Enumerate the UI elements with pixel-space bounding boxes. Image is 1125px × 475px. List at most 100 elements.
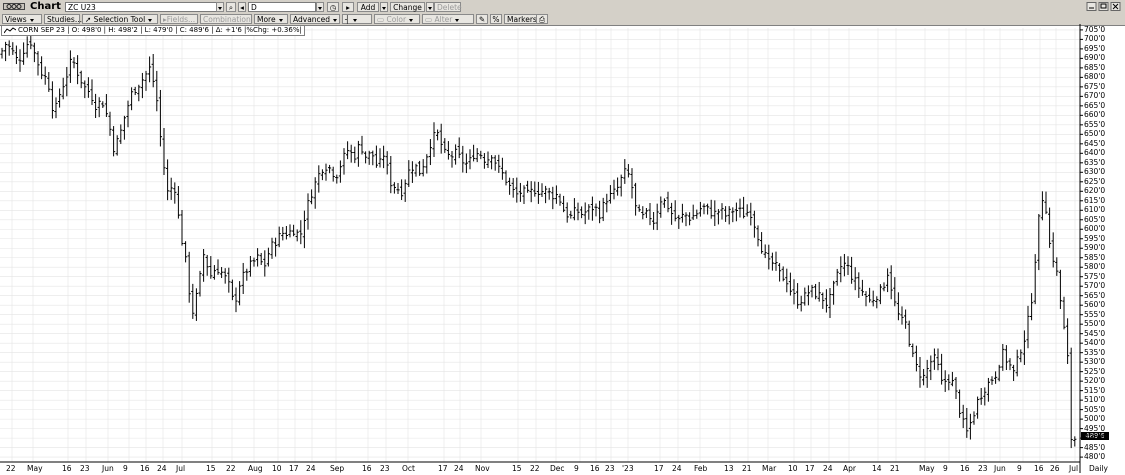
ohlc-bar bbox=[695, 209, 699, 219]
ohlc-bar bbox=[706, 203, 710, 215]
ohlc-bar bbox=[137, 84, 141, 102]
price-axis-label: 510'0 bbox=[1084, 395, 1106, 405]
ohlc-bar bbox=[770, 252, 774, 271]
price-axis-label: 550'0 bbox=[1084, 319, 1106, 329]
selection-tool-menu[interactable]: ➚ Selection Tool bbox=[82, 14, 158, 24]
add-button[interactable]: Add bbox=[357, 2, 379, 12]
ohlc-bar bbox=[191, 283, 195, 319]
cursor-icon: ➚ bbox=[85, 15, 94, 24]
ohlc-bar bbox=[11, 42, 15, 55]
ohlc-bar bbox=[0, 47, 4, 59]
time-axis-label: May bbox=[27, 464, 43, 473]
ohlc-bar bbox=[184, 241, 188, 263]
time-axis-label: 23 bbox=[380, 464, 390, 473]
ohlc-bar bbox=[1044, 191, 1048, 215]
time-axis-label: 24 bbox=[157, 464, 167, 473]
ohlc-bar bbox=[1048, 207, 1052, 248]
price-axis-label: 535'0 bbox=[1084, 347, 1106, 357]
change-dropdown-button[interactable] bbox=[426, 2, 434, 12]
ohlc-bar bbox=[130, 87, 134, 111]
ohlc-bar bbox=[630, 168, 634, 199]
time-axis-label: Mar bbox=[762, 464, 777, 473]
more-menu[interactable]: More bbox=[254, 14, 288, 24]
ohlc-bar bbox=[418, 160, 422, 176]
price-axis-label: 615'0 bbox=[1084, 195, 1106, 205]
ohlc-bar bbox=[580, 206, 584, 219]
price-axis-label: 675'0 bbox=[1084, 81, 1106, 91]
print-icon[interactable]: ⎙ bbox=[536, 14, 548, 24]
price-axis-label: 595'0 bbox=[1084, 233, 1106, 243]
ohlc-bar bbox=[824, 289, 828, 313]
time-axis-label: 16 bbox=[960, 464, 970, 473]
back-arrow-icon[interactable]: ◂ bbox=[238, 2, 246, 12]
fields-button[interactable]: ▸Fields... bbox=[160, 14, 198, 24]
add-dropdown-button[interactable] bbox=[380, 2, 388, 12]
combination-button[interactable]: Combination bbox=[200, 14, 252, 24]
ohlc-bar bbox=[947, 374, 951, 391]
change-button[interactable]: Change bbox=[390, 2, 425, 12]
ohlc-bar bbox=[58, 88, 62, 108]
ohlc-bar bbox=[425, 154, 429, 174]
ohlc-bar bbox=[1001, 343, 1005, 371]
ohlc-bar bbox=[760, 232, 764, 254]
ohlc-bar bbox=[104, 94, 108, 118]
ohlc-bar bbox=[180, 210, 184, 246]
time-axis-label: 13 bbox=[724, 464, 734, 473]
ohlc-bar bbox=[835, 268, 839, 286]
search-icon[interactable]: ⌕ bbox=[226, 2, 236, 12]
studies-button[interactable]: Studies... bbox=[44, 14, 82, 24]
delete-button[interactable]: Delete bbox=[434, 2, 462, 12]
ohlc-bar bbox=[911, 343, 915, 358]
price-chart[interactable] bbox=[0, 24, 1125, 473]
ohlc-bar bbox=[331, 166, 335, 182]
ohlc-bar bbox=[605, 193, 609, 213]
ohlc-bar bbox=[626, 164, 630, 178]
percent-button[interactable]: % bbox=[490, 14, 502, 24]
ohlc-bar bbox=[529, 181, 533, 203]
time-axis-label: Jun bbox=[994, 464, 1006, 473]
advanced-menu[interactable]: Advanced bbox=[290, 14, 340, 24]
price-axis-label: 635'0 bbox=[1084, 157, 1106, 167]
edit-icon[interactable]: ✎ bbox=[476, 14, 488, 24]
time-axis-label: 24 bbox=[454, 464, 464, 473]
ohlc-bar bbox=[36, 51, 40, 76]
time-axis-label: 22 bbox=[6, 464, 16, 473]
ohlc-bar bbox=[122, 115, 126, 140]
ohlc-bar bbox=[266, 247, 270, 267]
ohlc-bar bbox=[504, 170, 508, 186]
ohlc-bar bbox=[328, 164, 332, 174]
color-menu[interactable]: ▭ Color bbox=[374, 14, 420, 24]
symbol-input[interactable]: ZC U23 bbox=[65, 2, 222, 12]
price-chart-svg[interactable] bbox=[0, 24, 1125, 473]
ohlc-bar bbox=[702, 203, 706, 215]
views-menu[interactable]: Views bbox=[2, 14, 42, 24]
ohlc-bar bbox=[320, 169, 324, 181]
ohlc-bar bbox=[148, 56, 152, 83]
alter-menu[interactable]: ▭ Alter bbox=[422, 14, 474, 24]
window-controls[interactable] bbox=[1086, 2, 1122, 11]
symbol-dropdown-button[interactable] bbox=[216, 2, 224, 12]
ohlc-bar bbox=[990, 376, 994, 385]
interval-input[interactable]: D bbox=[248, 2, 316, 12]
price-axis-label: 610'0 bbox=[1084, 205, 1106, 215]
price-axis-label: 695'0 bbox=[1084, 43, 1106, 53]
interval-dropdown-button[interactable] bbox=[316, 2, 324, 12]
play-icon[interactable]: ▸ bbox=[342, 2, 354, 12]
time-axis-label: 24 bbox=[306, 464, 316, 473]
ohlc-bar bbox=[792, 279, 796, 305]
ohlc-bar bbox=[281, 226, 285, 241]
chart-type-menu[interactable]: ┤ bbox=[342, 14, 372, 24]
ohlc-bar bbox=[644, 208, 648, 219]
ohlc-bar bbox=[756, 225, 760, 247]
ohlc-bar bbox=[436, 129, 440, 141]
ohlc-bar bbox=[220, 267, 224, 279]
ohlc-bar bbox=[576, 202, 580, 221]
time-axis-label: 15 bbox=[206, 464, 216, 473]
time-axis-label: 17 bbox=[289, 464, 299, 473]
ohlc-bar bbox=[677, 214, 681, 229]
ohlc-bar bbox=[832, 280, 836, 305]
price-axis-label: 585'0 bbox=[1084, 252, 1106, 262]
clock-icon[interactable]: ◷ bbox=[327, 2, 339, 12]
ohlc-bar bbox=[569, 210, 573, 219]
ohlc-bar bbox=[1051, 232, 1055, 268]
